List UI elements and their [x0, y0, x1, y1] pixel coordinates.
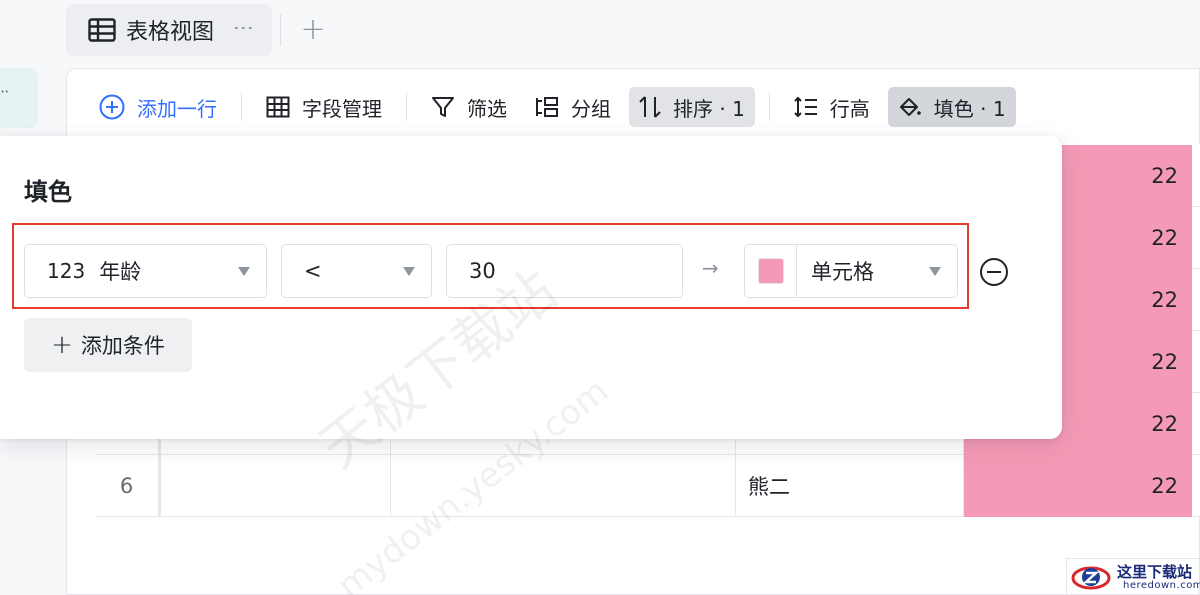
table-icon: [88, 18, 116, 42]
group-button[interactable]: 分组: [525, 87, 621, 127]
toolbar-divider: [768, 93, 770, 121]
add-condition-button[interactable]: + 添加条件: [24, 318, 192, 372]
remove-condition-icon[interactable]: [979, 257, 1009, 287]
fill-scope-label: 单元格: [811, 260, 874, 284]
arrow-right-icon: →: [702, 256, 719, 280]
add-row-button[interactable]: 添加一行: [99, 87, 227, 127]
site-logo: 这里下载站 heredown.com: [1066, 558, 1200, 595]
condition-operator-select[interactable]: <: [281, 244, 432, 298]
caret-down-icon: [238, 267, 250, 276]
popup-title: 填色: [24, 178, 72, 206]
table-cell[interactable]: [1192, 331, 1200, 393]
caret-down-icon: [403, 267, 415, 276]
condition-field-select[interactable]: 123 年龄: [24, 244, 267, 298]
plus-circle-icon: [99, 94, 125, 120]
color-picker[interactable]: [745, 245, 797, 297]
view-tab-table[interactable]: 表格视图 ⋮: [66, 4, 272, 56]
grid-icon: [266, 96, 290, 118]
logo-title: 这里下载站: [1117, 563, 1193, 581]
sort-icon: [639, 96, 661, 118]
fill-color-popup: 填色 123 年龄 < 30 → 单元格 + 添加条件: [0, 136, 1062, 439]
add-view-button[interactable]: +: [296, 10, 330, 50]
filter-button[interactable]: 筛选: [421, 87, 517, 127]
field-manage-label: 字段管理: [302, 96, 382, 121]
table-cell[interactable]: [1192, 269, 1200, 331]
fill-color-button[interactable]: 填色 · 1: [887, 87, 1016, 127]
condition-operator-label: <: [304, 259, 322, 283]
table-cell[interactable]: [161, 455, 391, 517]
sort-label: 排序 · 1: [673, 96, 745, 121]
table-cell[interactable]: [1192, 393, 1200, 455]
row-index: 6: [95, 455, 161, 517]
table-row[interactable]: 6 熊二 22: [95, 455, 1200, 517]
view-tab-label: 表格视图: [126, 20, 215, 45]
sidebar-collapsed[interactable]: ··: [0, 68, 38, 128]
condition-value-input[interactable]: 30: [446, 244, 683, 298]
number-type-icon: 123: [47, 259, 86, 283]
table-cell[interactable]: [1192, 455, 1200, 517]
condition-value: 30: [469, 259, 496, 283]
table-cell[interactable]: [1192, 207, 1200, 269]
table-cell[interactable]: [391, 455, 736, 517]
caret-down-icon: [929, 267, 941, 276]
logo-subtitle: heredown.com: [1123, 580, 1200, 591]
add-row-label: 添加一行: [137, 96, 217, 121]
paint-bucket-icon: [899, 98, 921, 116]
group-label: 分组: [571, 96, 611, 121]
name-cell[interactable]: 熊二: [736, 455, 964, 517]
fill-color-label: 填色 · 1: [933, 96, 1006, 121]
sort-button[interactable]: 排序 · 1: [629, 87, 755, 127]
row-height-label: 行高: [829, 96, 870, 121]
table-cell[interactable]: [1192, 145, 1200, 207]
filter-icon: [432, 97, 454, 117]
tab-divider: [280, 14, 281, 46]
row-height-button[interactable]: 行高: [784, 87, 880, 127]
plus-icon: +: [51, 330, 73, 360]
age-cell[interactable]: 22: [964, 455, 1192, 517]
group-icon: [536, 97, 558, 117]
toolbar-divider: [241, 93, 242, 121]
logo-mark-icon: [1071, 566, 1111, 590]
field-manage-button[interactable]: 字段管理: [256, 87, 392, 127]
row-height-icon: [794, 96, 817, 118]
color-swatch: [757, 258, 784, 284]
condition-field-label: 年龄: [99, 260, 142, 284]
add-condition-label: 添加条件: [80, 334, 165, 358]
filter-label: 筛选: [467, 96, 507, 121]
toolbar-divider: [406, 93, 407, 121]
more-icon[interactable]: ⋮: [232, 18, 256, 36]
toolbar: 添加一行 字段管理 筛选 分组 排序 · 1 行高 填色 · 1: [67, 69, 1199, 145]
sidebar-more-icon: ··: [0, 82, 9, 101]
fill-target-select[interactable]: 单元格: [744, 244, 958, 298]
